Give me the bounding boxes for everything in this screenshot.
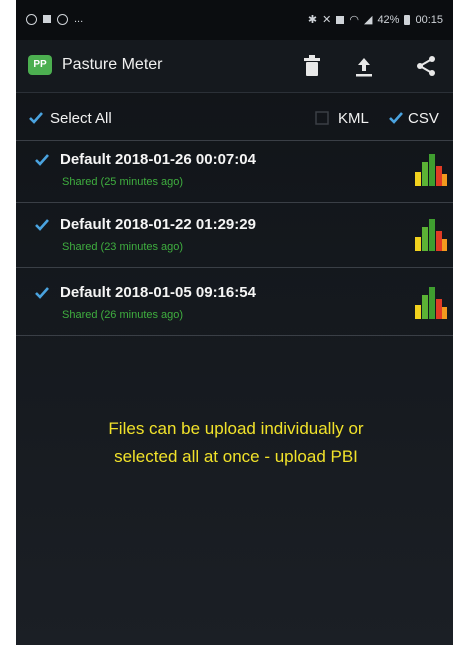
status-right-icons: ✱ ✕ ◠ ◢ 42% 00:15 [307,13,443,27]
battery-percent: 42% [377,13,400,26]
csv-checkbox[interactable] [388,110,404,126]
file-item[interactable]: Default 2018-01-05 09:16:54 Shared (26 m… [16,275,453,336]
app-title: Pasture Meter [62,56,163,73]
bar-chart-icon[interactable] [413,285,447,319]
file-title: Default 2018-01-05 09:16:54 [60,284,256,301]
file-status: Shared (23 minutes ago) [62,241,184,253]
bar-chart-icon[interactable] [413,152,447,186]
file-status: Shared (25 minutes ago) [62,176,184,188]
phone-screen: ... ✱ ✕ ◠ ◢ 42% 00:15 PP Pasture Meter S… [16,0,453,645]
bar-chart-icon[interactable] [413,217,447,251]
action-bar: PP Pasture Meter [16,40,453,93]
annotation-line-1: Files can be upload individually or [108,419,364,438]
file-item[interactable]: Default 2018-01-26 00:07:04 Shared (25 m… [16,142,453,203]
alarm-icon [336,15,345,24]
share-icon [417,56,435,76]
more-notifications: ... [74,13,84,25]
file-checkbox[interactable] [34,152,50,168]
share-button[interactable] [412,52,440,80]
file-status: Shared (26 minutes ago) [62,309,184,321]
annotation-line-2: selected all at once - upload PBI [114,447,358,466]
mute-icon: ✕ [322,14,332,26]
message-icon [43,15,51,23]
wifi-icon: ◠ [349,14,359,26]
kml-label: KML [338,110,369,127]
app-logo: PP [28,55,52,75]
upload-icon [356,58,372,77]
file-title: Default 2018-01-26 00:07:04 [60,151,256,168]
delete-icon [304,55,320,76]
select-all-checkbox[interactable] [28,110,44,126]
status-time: 00:15 [415,13,443,26]
select-row: Select All KML CSV [16,98,453,141]
notification-icon [26,13,37,25]
bluetooth-icon: ✱ [307,14,318,26]
signal-icon: ◢ [363,14,373,26]
file-checkbox[interactable] [34,285,50,301]
file-title: Default 2018-01-22 01:29:29 [60,216,256,233]
select-all-label: Select All [50,110,112,127]
annotation-note: Files can be upload individually or sele… [56,415,416,471]
csv-label: CSV [408,110,439,127]
file-item[interactable]: Default 2018-01-22 01:29:29 Shared (23 m… [16,207,453,268]
status-bar: ... ✱ ✕ ◠ ◢ 42% 00:15 [16,0,453,40]
sync-icon [57,13,68,25]
battery-icon [404,14,411,25]
upload-button[interactable] [350,52,378,80]
delete-button[interactable] [298,52,326,80]
file-checkbox[interactable] [34,217,50,233]
kml-checkbox[interactable] [314,110,330,126]
status-left-icons: ... [26,13,83,25]
